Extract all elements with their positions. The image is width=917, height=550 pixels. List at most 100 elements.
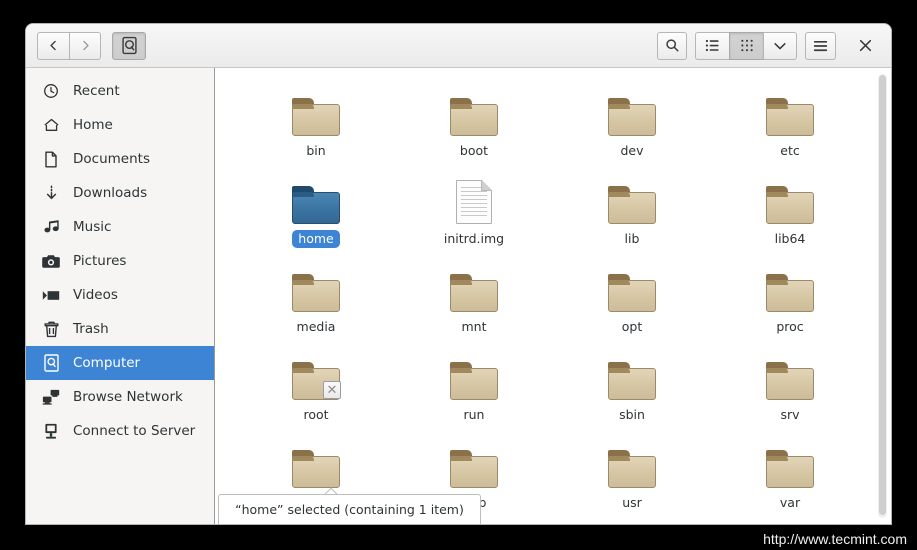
trash-icon [40, 319, 62, 339]
folder-icon [289, 264, 343, 312]
file-view[interactable]: bin boot dev etc home initrd.img lib lib64 media… [215, 68, 891, 524]
grid-view-button[interactable] [729, 32, 763, 60]
sidebar-item-label: Computer [73, 355, 140, 371]
sidebar-item-pictures[interactable]: Pictures [26, 244, 214, 278]
back-button[interactable] [37, 32, 69, 60]
file-item[interactable]: etc [711, 82, 869, 160]
network-icon [40, 387, 62, 407]
file-item[interactable]: usr [553, 434, 711, 512]
folder-icon [447, 88, 501, 136]
file-item[interactable]: home [237, 170, 395, 248]
navigation-button-group [37, 32, 101, 60]
window-body: Recent Home Documents Downloads Music Picture… [26, 68, 891, 524]
folder-icon [605, 176, 659, 224]
file-label: sbin [613, 406, 651, 424]
file-label: lib [619, 230, 646, 248]
file-label: home [292, 230, 339, 248]
sidebar-item-videos[interactable]: Videos [26, 278, 214, 312]
sidebar-item-home[interactable]: Home [26, 108, 214, 142]
computer-icon [40, 353, 62, 373]
file-manager-window: Recent Home Documents Downloads Music Picture… [26, 24, 891, 524]
hamburger-menu-button[interactable] [805, 32, 836, 60]
file-item[interactable]: lib64 [711, 170, 869, 248]
video-icon [40, 285, 62, 305]
close-icon[interactable] [850, 31, 880, 61]
forward-button[interactable] [69, 32, 101, 60]
server-icon [40, 421, 62, 441]
file-label: etc [774, 142, 805, 160]
sidebar-item-label: Browse Network [73, 389, 183, 405]
file-item[interactable]: srv [711, 346, 869, 424]
folder-icon [447, 264, 501, 312]
document-icon [40, 149, 62, 169]
sidebar-item-label: Videos [73, 287, 118, 303]
file-item[interactable]: opt [553, 258, 711, 336]
clock-icon [40, 81, 62, 101]
folder-icon [289, 88, 343, 136]
home-icon [40, 115, 62, 135]
sidebar-item-recent[interactable]: Recent [26, 74, 214, 108]
sidebar-item-label: Home [73, 117, 113, 133]
file-label: dev [614, 142, 649, 160]
folder-icon-selected [289, 176, 343, 224]
file-item[interactable]: media [237, 258, 395, 336]
file-item[interactable]: mnt [395, 258, 553, 336]
file-item[interactable]: lib [553, 170, 711, 248]
folder-icon [605, 352, 659, 400]
file-label: media [291, 318, 342, 336]
sidebar-item-label: Documents [73, 151, 150, 167]
file-label: opt [616, 318, 648, 336]
sidebar-item-label: Pictures [73, 253, 126, 269]
file-label: mnt [456, 318, 493, 336]
camera-icon [40, 251, 62, 271]
header-right-controls [657, 31, 880, 61]
sidebar-item-label: Music [73, 219, 111, 235]
list-view-button[interactable] [695, 32, 729, 60]
file-item[interactable]: proc [711, 258, 869, 336]
status-text: “home” selected (containing 1 item) [235, 502, 464, 517]
file-label: bin [300, 142, 331, 160]
sidebar-item-label: Trash [73, 321, 109, 337]
sidebar-item-label: Connect to Server [73, 423, 195, 439]
folder-icon [763, 352, 817, 400]
chevron-down-icon[interactable] [763, 32, 797, 60]
folder-icon [763, 264, 817, 312]
file-label: root [297, 406, 334, 424]
sidebar-item-music[interactable]: Music [26, 210, 214, 244]
file-item[interactable]: initrd.img [395, 170, 553, 248]
folder-icon [447, 440, 501, 488]
pathbar-button-computer[interactable] [112, 32, 146, 60]
file-label: run [458, 406, 491, 424]
download-icon [40, 183, 62, 203]
vertical-scrollbar[interactable] [878, 74, 887, 518]
status-bar: “home” selected (containing 1 item) [218, 494, 481, 524]
file-grid: bin boot dev etc home initrd.img lib lib64 media… [215, 68, 891, 512]
access-denied-icon: ✕ [323, 381, 341, 399]
folder-icon [289, 440, 343, 488]
search-button[interactable] [657, 32, 687, 60]
sidebar-item-downloads[interactable]: Downloads [26, 176, 214, 210]
file-item[interactable]: ✕ root [237, 346, 395, 424]
scrollbar-thumb[interactable] [879, 75, 886, 515]
file-label: lib64 [769, 230, 812, 248]
file-item[interactable]: sbin [553, 346, 711, 424]
file-item[interactable]: boot [395, 82, 553, 160]
sidebar-item-trash[interactable]: Trash [26, 312, 214, 346]
sidebar-item-connect-to-server[interactable]: Connect to Server [26, 414, 214, 448]
folder-icon: ✕ [289, 352, 343, 400]
file-item[interactable]: bin [237, 82, 395, 160]
folder-icon [763, 88, 817, 136]
file-item[interactable]: dev [553, 82, 711, 160]
sidebar-item-label: Recent [73, 83, 120, 99]
sidebar-item-computer[interactable]: Computer [26, 346, 214, 380]
file-label: usr [616, 494, 648, 512]
file-label: var [774, 494, 806, 512]
file-item[interactable]: var [711, 434, 869, 512]
file-label: initrd.img [438, 230, 510, 248]
file-item[interactable]: run [395, 346, 553, 424]
sidebar-item-browse-network[interactable]: Browse Network [26, 380, 214, 414]
header-bar [26, 24, 891, 68]
folder-icon [447, 352, 501, 400]
sidebar-item-documents[interactable]: Documents [26, 142, 214, 176]
document-icon [447, 176, 501, 224]
